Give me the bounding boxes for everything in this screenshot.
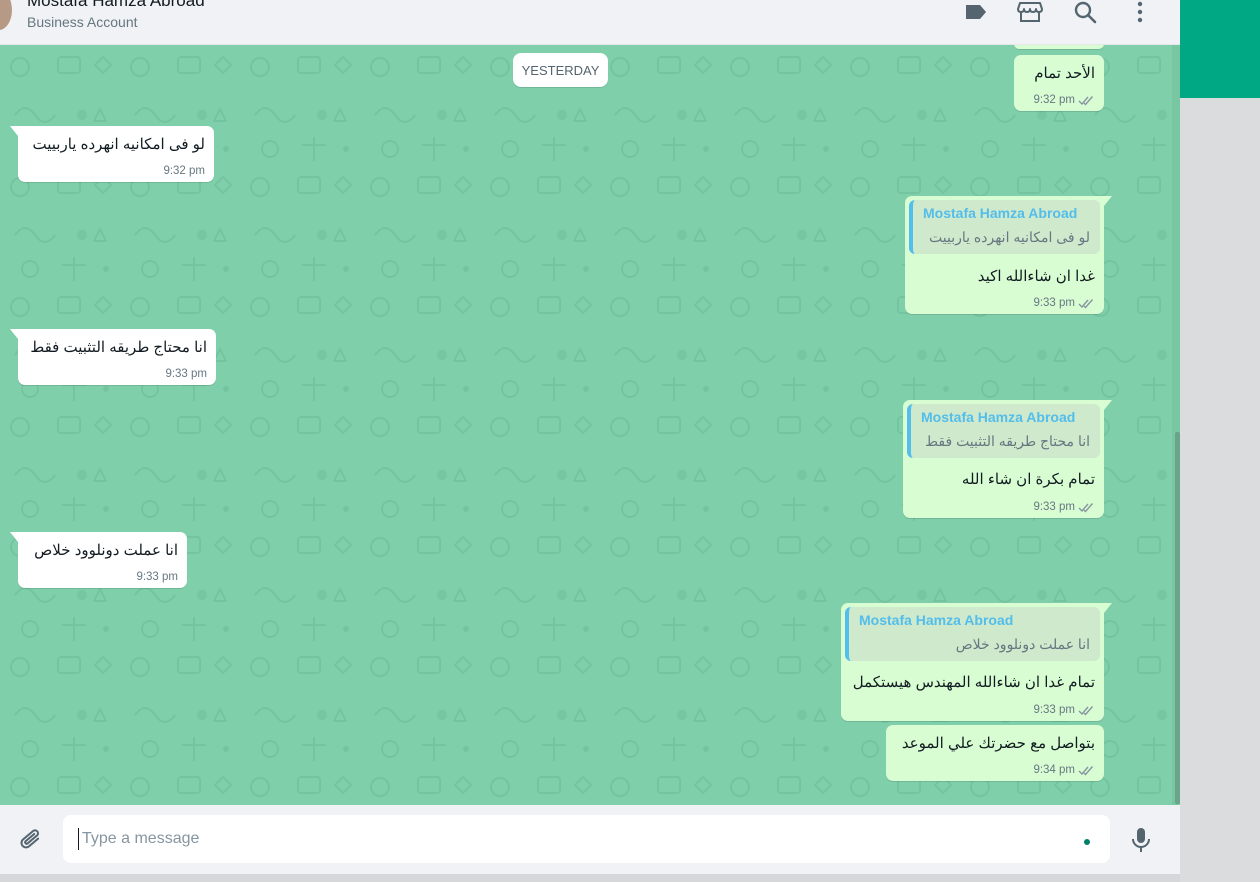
date-separator: YESTERDAY: [513, 53, 608, 87]
quoted-author: Mostafa Hamza Abroad: [923, 205, 1078, 221]
label-icon[interactable]: [962, 0, 990, 24]
chat-header: Mostafa Hamza Abroad Business Account: [0, 0, 1180, 45]
message-text: بتواصل مع حضرتك علي الموعد: [901, 735, 1095, 752]
message-bubble[interactable]: Mostafa Hamza Abroad انا محتاج طريقه الت…: [903, 400, 1112, 518]
message-bubble[interactable]: لو فى امكانيه انهرده ياربييت 9:32 pm: [10, 126, 214, 182]
message-text: تمام بكرة ان شاء الله: [961, 471, 1095, 488]
message-time: 9:34 pm: [1033, 764, 1095, 776]
read-ticks-icon: [1078, 502, 1094, 513]
message-time: 9:33 pm: [136, 571, 178, 583]
quoted-message[interactable]: Mostafa Hamza Abroad انا عملت دونلوود خل…: [845, 607, 1100, 661]
message-time: 9:32 pm: [1033, 94, 1095, 106]
message-bubble[interactable]: انا عملت دونلوود خلاص 9:33 pm: [10, 532, 187, 588]
quoted-text: انا عملت دونلوود خلاص: [955, 636, 1090, 652]
message-time: 9:33 pm: [1033, 501, 1095, 513]
message-text: لو فى امكانيه انهرده ياربييت: [32, 136, 205, 153]
message-bubble[interactable]: Mostafa Hamza Abroad انا عملت دونلوود خل…: [841, 603, 1112, 721]
mic-icon[interactable]: [1127, 826, 1155, 854]
attach-icon[interactable]: [17, 826, 45, 854]
message-text: تمام غدا ان شاءالله المهندس هيستكمل: [852, 674, 1095, 691]
message-time: 9:32 pm: [163, 165, 205, 177]
avatar[interactable]: [0, 0, 12, 30]
quoted-message[interactable]: Mostafa Hamza Abroad انا محتاج طريقه الت…: [907, 404, 1100, 458]
quoted-message[interactable]: Mostafa Hamza Abroad لو فى امكانيه انهرد…: [909, 200, 1100, 254]
status-dot-icon: [1084, 839, 1090, 845]
composer-bottom-edge: [0, 874, 1180, 882]
background-panel: [1180, 98, 1260, 882]
message-time: 9:33 pm: [165, 368, 207, 380]
contact-name[interactable]: Mostafa Hamza Abroad: [27, 0, 205, 11]
read-ticks-icon: [1078, 705, 1094, 716]
message-input[interactable]: [82, 826, 1072, 852]
message-text: انا محتاج طريقه التثبيت فقط: [30, 339, 207, 356]
app-accent-bar: [1180, 0, 1260, 98]
read-ticks-icon: [1078, 95, 1094, 106]
message-text: انا عملت دونلوود خلاص: [34, 542, 178, 559]
message-text: الأحد تمام: [1034, 65, 1095, 82]
read-ticks-icon: [1078, 765, 1094, 776]
chat-window: Mostafa Hamza Abroad Business Account YE…: [0, 0, 1180, 882]
message-bubble[interactable]: بتواصل مع حضرتك علي الموعد 9:34 pm: [886, 725, 1104, 781]
message-bubble[interactable]: انا محتاج طريقه التثبيت فقط 9:33 pm: [10, 329, 216, 385]
message-bubble-partial: [1014, 45, 1104, 49]
catalog-icon[interactable]: [1016, 0, 1044, 24]
text-caret: [78, 828, 79, 850]
quoted-author: Mostafa Hamza Abroad: [921, 409, 1076, 425]
message-list[interactable]: YESTERDAY الأحد تمام 9:32 pm لو فى امكان…: [0, 45, 1172, 805]
read-ticks-icon: [1078, 298, 1094, 309]
search-icon[interactable]: [1071, 0, 1099, 24]
message-text: غدا ان شاءالله اكيد: [977, 268, 1095, 285]
menu-icon[interactable]: [1126, 0, 1154, 24]
message-bubble[interactable]: الأحد تمام 9:32 pm: [1014, 55, 1104, 111]
quoted-author: Mostafa Hamza Abroad: [859, 612, 1014, 628]
message-time: 9:33 pm: [1033, 704, 1095, 716]
message-time: 9:33 pm: [1033, 297, 1095, 309]
contact-subtitle: Business Account: [27, 14, 138, 30]
quoted-text: لو فى امكانيه انهرده ياربييت: [929, 229, 1090, 245]
message-bubble[interactable]: Mostafa Hamza Abroad لو فى امكانيه انهرد…: [905, 196, 1112, 314]
quoted-text: انا محتاج طريقه التثبيت فقط: [925, 433, 1090, 449]
